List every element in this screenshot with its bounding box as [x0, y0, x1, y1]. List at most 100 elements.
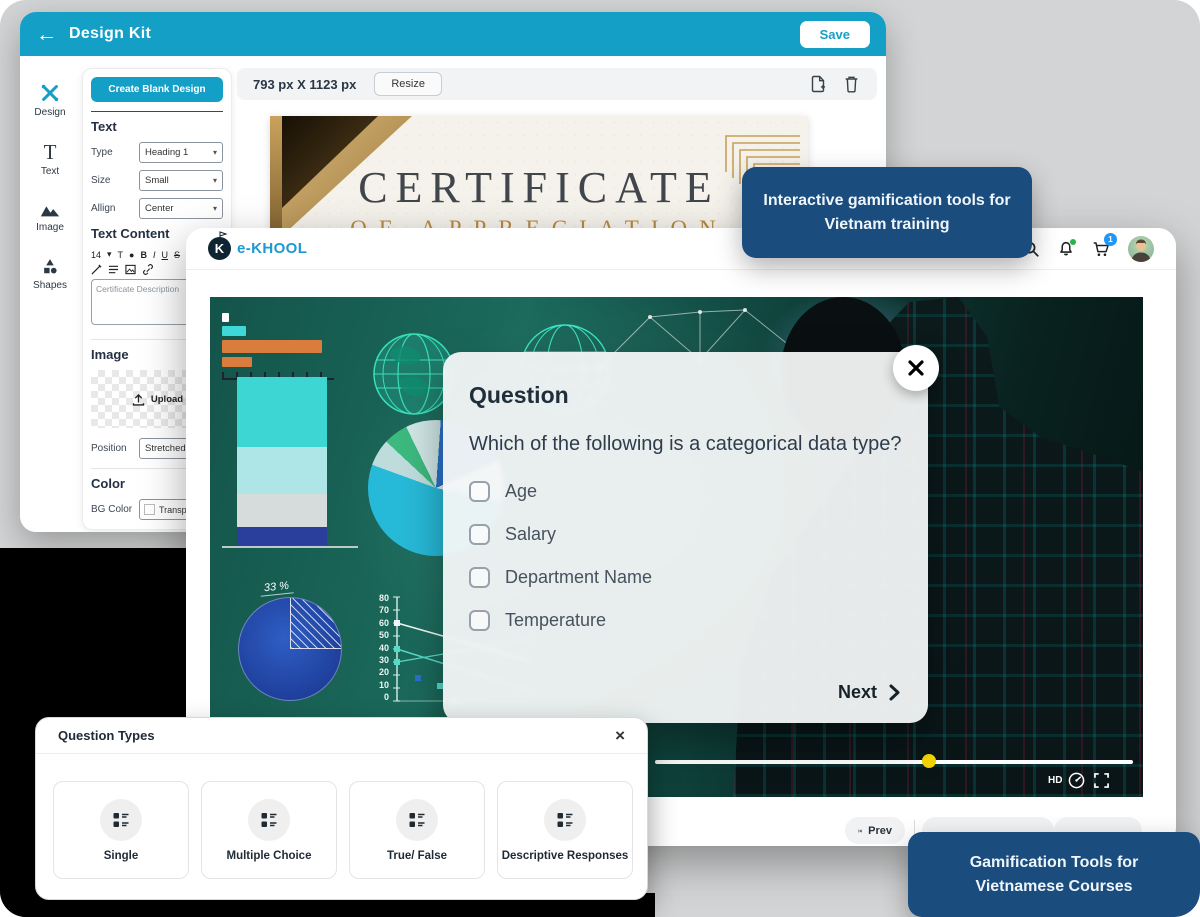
pen-icon[interactable] — [91, 264, 102, 275]
fullscreen-icon[interactable] — [1094, 773, 1109, 788]
line-chart-y-axis: 807060 504030 20100 — [365, 594, 389, 702]
prev-label: Prev — [868, 825, 892, 837]
screenshot-stage: ← Design Kit Save Design T Text Imag — [0, 0, 1200, 917]
sidebar-item-label: Image — [36, 222, 64, 233]
ekhool-logo[interactable]: K e-KHOOL — [208, 237, 307, 260]
next-button[interactable]: Next — [838, 682, 900, 703]
sidebar-item-text[interactable]: T Text — [41, 142, 59, 177]
skip-previous-icon — [858, 825, 862, 837]
video-progress-bar[interactable] — [655, 760, 1133, 764]
save-button[interactable]: Save — [800, 21, 870, 48]
checklist-icon — [100, 799, 142, 841]
add-page-icon[interactable] — [808, 74, 828, 94]
chevron-right-icon — [889, 684, 900, 701]
question-type-label: Descriptive Responses — [502, 850, 629, 862]
design-tools-icon — [39, 82, 61, 104]
ekhool-logo-icon: K — [208, 237, 231, 260]
position-value: Stretched — [145, 443, 186, 454]
video-progress-handle[interactable] — [922, 754, 936, 768]
align-select[interactable]: Center ▾ — [139, 198, 223, 219]
transparent-swatch-icon — [144, 504, 155, 515]
question-type-descriptive[interactable]: Descriptive Responses — [497, 781, 633, 879]
question-types-title: Question Types — [58, 728, 155, 743]
text-icon: T — [44, 142, 57, 163]
size-select[interactable]: Small ▾ — [139, 170, 223, 191]
sidebar-item-design[interactable]: Design — [34, 82, 65, 118]
option-label: Temperature — [505, 610, 606, 631]
size-value: Small — [145, 175, 169, 186]
option-row-department-name[interactable]: Department Name — [469, 567, 902, 588]
font-size-value[interactable]: 14 — [91, 250, 101, 260]
callout-text: Gamification Tools for Vietnamese Course… — [926, 851, 1182, 899]
user-avatar[interactable] — [1128, 236, 1154, 262]
color-dot-icon[interactable]: ● — [129, 250, 134, 260]
upload-label: Upload — [151, 394, 183, 405]
question-type-label: Multiple Choice — [227, 850, 312, 862]
option-row-temperature[interactable]: Temperature — [469, 610, 902, 631]
certificate-title: CERTIFICATE — [270, 162, 808, 213]
trash-icon[interactable] — [842, 74, 861, 94]
canvas-dimensions: 793 px X 1123 px — [253, 77, 356, 92]
strikethrough-button[interactable]: S — [174, 250, 180, 260]
resize-button[interactable]: Resize — [374, 72, 442, 96]
cart-count-badge: 1 — [1104, 233, 1117, 246]
sidebar-item-label: Design — [34, 107, 65, 118]
sidebar-item-label: Shapes — [33, 280, 67, 291]
checklist-icon — [396, 799, 438, 841]
upload-icon — [131, 392, 146, 407]
chevron-down-icon: ▾ — [107, 249, 112, 260]
bg-color-label: BG Color — [91, 504, 132, 515]
back-arrow-icon[interactable]: ← — [36, 24, 57, 45]
bold-button[interactable]: B — [140, 250, 147, 260]
column-baseline — [222, 546, 358, 548]
question-type-single[interactable]: Single — [53, 781, 189, 879]
logo-flag-icon — [218, 231, 228, 241]
pie-hatched-quarter — [290, 598, 341, 649]
italic-button[interactable]: I — [153, 250, 156, 260]
design-kit-header: ← Design Kit Save — [20, 12, 886, 56]
align-label: Allign — [91, 203, 115, 214]
question-type-label: True/ False — [387, 850, 447, 862]
option-row-age[interactable]: Age — [469, 481, 902, 502]
sidebar-item-label: Text — [41, 166, 59, 177]
link-icon[interactable] — [142, 264, 154, 275]
checkbox[interactable] — [469, 524, 490, 545]
logo-letter: K — [215, 241, 224, 256]
video-bar-chart — [222, 313, 334, 380]
type-label: Type — [91, 147, 113, 158]
align-value: Center — [145, 203, 174, 214]
close-icon[interactable]: × — [615, 727, 625, 744]
cart-icon[interactable]: 1 — [1092, 240, 1111, 258]
size-row: Size Small ▾ — [91, 170, 223, 191]
close-modal-button[interactable] — [893, 345, 939, 391]
create-blank-design-button[interactable]: Create Blank Design — [91, 77, 223, 102]
question-type-multiple-choice[interactable]: Multiple Choice — [201, 781, 337, 879]
type-select[interactable]: Heading 1 ▾ — [139, 142, 223, 163]
question-type-true-false[interactable]: True/ False — [349, 781, 485, 879]
text-style-button[interactable]: T — [118, 250, 124, 260]
pie-percentage-label: 33 % — [259, 579, 293, 596]
checkbox[interactable] — [469, 610, 490, 631]
list-icon[interactable] — [108, 264, 119, 275]
option-label: Age — [505, 481, 537, 502]
checkbox[interactable] — [469, 567, 490, 588]
image-insert-icon[interactable] — [125, 264, 136, 275]
underline-button[interactable]: U — [162, 250, 169, 260]
notifications-bell-icon[interactable] — [1057, 240, 1075, 258]
sidebar-item-shapes[interactable]: Shapes — [33, 257, 67, 291]
checkbox[interactable] — [469, 481, 490, 502]
hd-quality-label[interactable]: HD — [1048, 775, 1062, 786]
question-text: Which of the following is a categorical … — [469, 429, 909, 459]
prev-button[interactable]: Prev — [845, 817, 905, 844]
design-kit-sidebar: Design T Text Image Shapes — [20, 56, 80, 532]
sidebar-item-image[interactable]: Image — [36, 201, 64, 233]
type-row: Type Heading 1 ▾ — [91, 142, 223, 163]
question-types-panel: Question Types × Single Multiple Choice … — [35, 717, 648, 900]
playback-speed-icon[interactable] — [1068, 772, 1085, 789]
option-label: Salary — [505, 524, 556, 545]
notification-dot — [1070, 239, 1076, 245]
next-label: Next — [838, 682, 877, 703]
option-label: Department Name — [505, 567, 652, 588]
position-label: Position — [91, 443, 127, 454]
option-row-salary[interactable]: Salary — [469, 524, 902, 545]
